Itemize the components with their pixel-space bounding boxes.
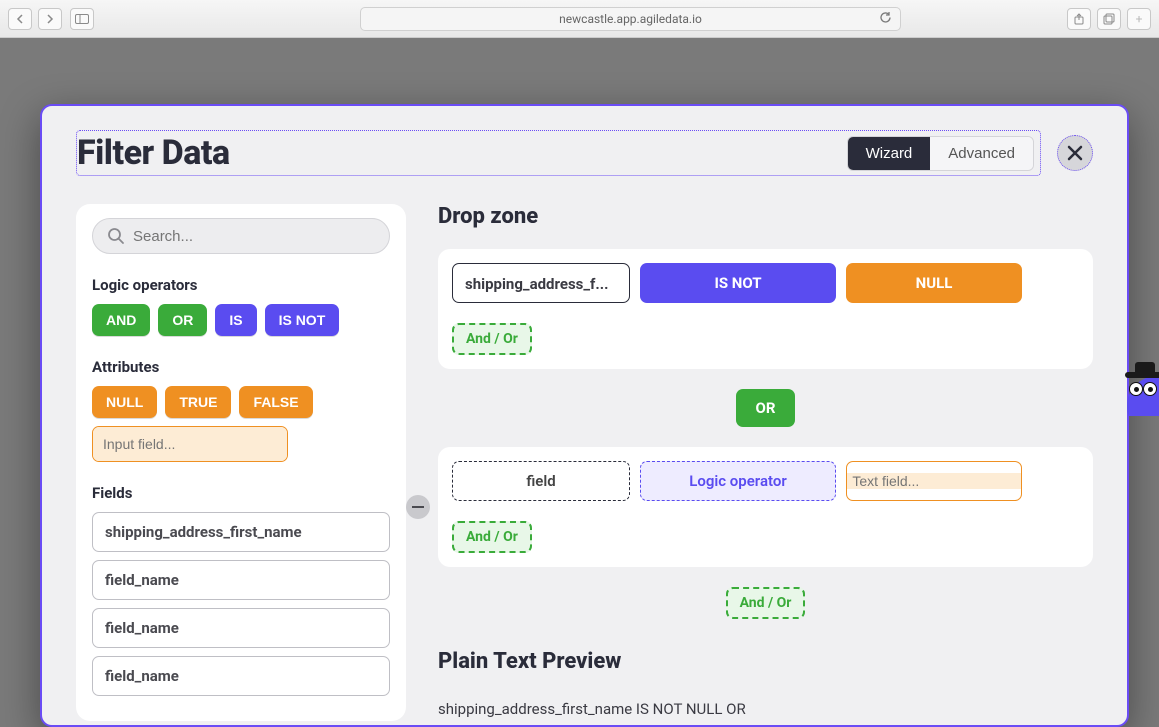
logic-chip-or[interactable]: OR	[158, 304, 207, 336]
remove-row-button[interactable]	[406, 495, 430, 519]
logic-chip-is[interactable]: IS	[215, 304, 256, 336]
address-text: newcastle.app.agiledata.io	[559, 12, 702, 26]
forward-button[interactable]	[38, 8, 62, 30]
sidebar-toggle-button[interactable]	[70, 8, 94, 30]
browser-toolbar: newcastle.app.agiledata.io +	[0, 0, 1159, 38]
filter-data-modal: Filter Data Wizard Advanced Logic operat…	[40, 104, 1129, 727]
modal-title: Filter Data	[77, 133, 230, 173]
new-tab-button[interactable]: +	[1127, 8, 1151, 30]
connector-or[interactable]: OR	[736, 389, 796, 427]
preview-header: Plain Text Preview	[438, 649, 1093, 674]
row2-text-input[interactable]	[846, 473, 1022, 489]
trailing-andor-slot[interactable]: And / Or	[726, 587, 806, 619]
row1-operator-token[interactable]: IS NOT	[640, 263, 836, 303]
drop-zone-header: Drop zone	[438, 204, 1093, 229]
tabs-button[interactable]	[1097, 8, 1121, 30]
search-field[interactable]	[92, 218, 390, 254]
address-bar[interactable]: newcastle.app.agiledata.io	[360, 7, 901, 31]
attr-input-chip[interactable]	[92, 426, 288, 462]
close-icon	[1066, 144, 1084, 162]
logic-operators-header: Logic operators	[92, 276, 390, 294]
filter-row-2: field Logic operator ABC And / Or	[438, 447, 1093, 567]
logic-chip-and[interactable]: AND	[92, 304, 150, 336]
preview-text: shipping_address_first_name IS NOT NULL …	[438, 700, 1093, 718]
row2-andor-slot[interactable]: And / Or	[452, 521, 532, 553]
field-item[interactable]: field_name	[92, 656, 390, 696]
row2-text-slot[interactable]: ABC	[846, 461, 1022, 501]
attr-chip-null[interactable]: NULL	[92, 386, 157, 418]
palette-panel: Logic operators AND OR IS IS NOT Attribu…	[76, 204, 406, 721]
row2-field-slot[interactable]: field	[452, 461, 630, 501]
back-button[interactable]	[8, 8, 32, 30]
attr-input-field[interactable]	[93, 427, 288, 461]
row1-attribute-token[interactable]: NULL	[846, 263, 1022, 303]
filter-row-1: shipping_address_f... IS NOT NULL And / …	[438, 249, 1093, 369]
fields-header: Fields	[92, 484, 390, 502]
reload-icon[interactable]	[879, 11, 892, 27]
attr-chip-false[interactable]: FALSE	[239, 386, 312, 418]
field-item[interactable]: shipping_address_first_name	[92, 512, 390, 552]
attributes-header: Attributes	[92, 358, 390, 376]
row2-operator-slot[interactable]: Logic operator	[640, 461, 836, 501]
row1-andor-slot[interactable]: And / Or	[452, 323, 532, 355]
tab-wizard[interactable]: Wizard	[848, 137, 931, 170]
field-item[interactable]: field_name	[92, 608, 390, 648]
logic-chip-is-not[interactable]: IS NOT	[265, 304, 340, 336]
search-icon	[107, 227, 125, 245]
search-input[interactable]	[133, 228, 375, 245]
share-button[interactable]	[1067, 8, 1091, 30]
attr-chip-true[interactable]: TRUE	[165, 386, 231, 418]
mode-tabs: Wizard Advanced	[847, 136, 1034, 171]
close-button[interactable]	[1057, 135, 1093, 171]
field-item[interactable]: field_name	[92, 560, 390, 600]
viewport: Filter Data Wizard Advanced Logic operat…	[0, 38, 1159, 727]
drop-zone-canvas: Drop zone shipping_address_f... IS NOT N…	[438, 204, 1093, 721]
tab-advanced[interactable]: Advanced	[930, 137, 1033, 170]
minus-icon	[412, 506, 424, 508]
row1-field-token[interactable]: shipping_address_f...	[452, 263, 630, 303]
